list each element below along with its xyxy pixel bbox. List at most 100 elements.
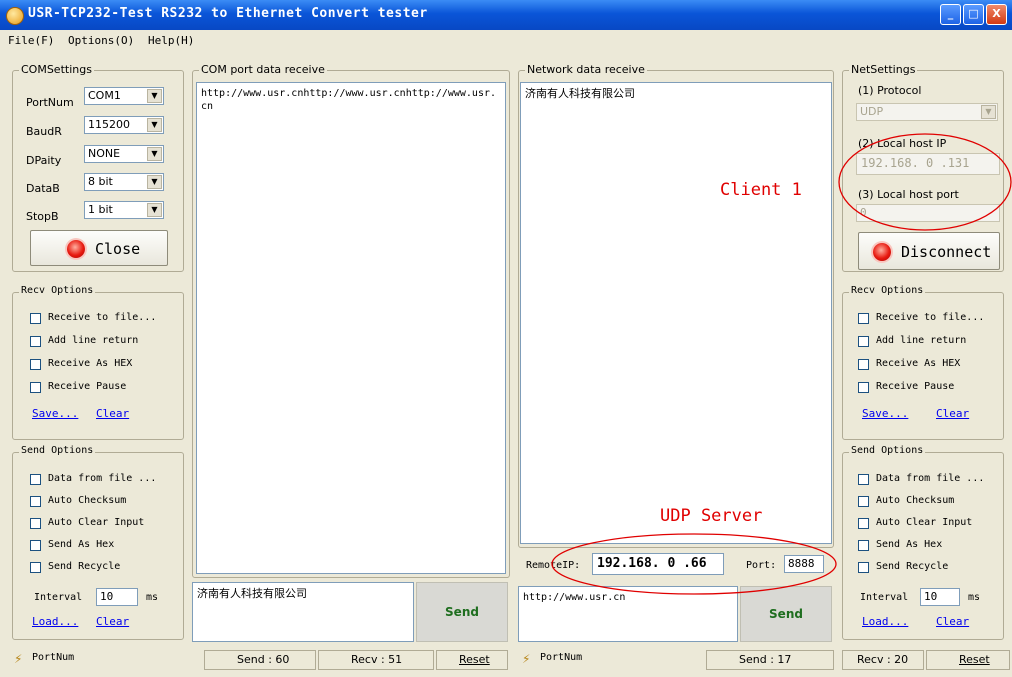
minimize-button[interactable]: _ [940,4,961,25]
checkbox-box[interactable] [30,359,41,370]
checkbox-box[interactable] [30,562,41,573]
close-window-button[interactable]: X [986,4,1007,25]
net-settings-title: NetSettings [849,63,918,76]
parity-label: DPaity [26,154,62,167]
status-right-send-value: Send : 17 [739,653,792,666]
status-right-reset-label[interactable]: Reset [959,653,990,666]
left-recv-options-title: Recv Options [19,285,96,296]
left-interval-input[interactable]: 10 [96,588,138,606]
net-receive-area[interactable]: 济南有人科技有限公司 [520,82,832,544]
chevron-down-icon[interactable]: ▼ [147,175,162,189]
status-left-reset-label[interactable]: Reset [459,653,490,666]
com-send-button[interactable]: Send [416,582,508,642]
checkbox-box[interactable] [30,474,41,485]
com-receive-area[interactable]: http://www.usr.cnhttp://www.usr.cnhttp:/… [196,82,506,574]
chevron-down-icon[interactable]: ▼ [147,203,162,217]
databits-select[interactable]: 8 bit ▼ [84,173,164,191]
port-select[interactable]: COM1 ▼ [84,87,164,105]
com-send-input[interactable]: 济南有人科技有限公司 [192,582,414,642]
local-port-value: 0 [860,206,867,219]
local-ip-value: 192.168. 0 .131 [861,156,970,170]
left-send-load-link[interactable]: Load... [32,615,78,628]
checkbox-box[interactable] [30,540,41,551]
checkbox-box[interactable] [858,336,869,347]
parity-value: NONE [88,147,121,160]
status-left-recv-value: Recv : 51 [351,653,403,666]
checkbox-box[interactable] [858,540,869,551]
net-receive-text: 济南有人科技有限公司 [525,87,635,100]
left-send-options-title: Send Options [19,445,96,456]
remote-ip-input[interactable]: 192.168. 0 .66 [592,553,724,575]
net-send-input[interactable]: http://www.usr.cn [518,586,738,642]
port-label: PortNum [26,96,74,109]
title-bar[interactable]: USR-TCP232-Test RS232 to Ethernet Conver… [0,0,1012,30]
checkbox-box[interactable] [30,496,41,507]
menu-options[interactable]: Options(O) [68,34,134,47]
protocol-select[interactable]: UDP ▼ [856,103,998,121]
chevron-down-icon[interactable]: ▼ [147,118,162,132]
menu-help[interactable]: Help(H) [148,34,194,47]
stopbits-select[interactable]: 1 bit ▼ [84,201,164,219]
menu-file[interactable]: File(F) [8,34,54,47]
remote-ip-label: RemoteIP: [526,560,581,571]
app-window: USR-TCP232-Test RS232 to Ethernet Conver… [0,0,1012,677]
checkbox-label: Receive to file... [876,312,985,323]
checkbox-label: Auto Checksum [48,495,127,506]
status-right-send: Send : 17 [706,650,834,670]
right-send-clear-link[interactable]: Clear [936,615,969,628]
databits-label: DataB [26,182,60,195]
disconnect-button[interactable]: Disconnect [858,232,1000,270]
right-send-load-link[interactable]: Load... [862,615,908,628]
chevron-down-icon[interactable]: ▼ [147,89,162,103]
client-annotation: Client 1 [720,180,802,200]
net-send-text: http://www.usr.cn [523,592,626,603]
status-right-reset[interactable]: Reset [926,650,1010,670]
right-interval-unit: ms [968,592,981,603]
com-receive-title: COM port data receive [199,63,327,76]
status-right-portnum: ⚡ PortNum [518,650,698,670]
checkbox-box[interactable] [858,382,869,393]
right-recv-clear-link[interactable]: Clear [936,407,969,420]
left-send-clear-link[interactable]: Clear [96,615,129,628]
checkbox-box[interactable] [30,313,41,324]
right-recv-save-link[interactable]: Save... [862,407,908,420]
remote-port-input[interactable]: 8888 [784,555,824,573]
local-ip-input[interactable]: 192.168. 0 .131 [856,153,1000,175]
checkbox-box[interactable] [858,518,869,529]
checkbox-box[interactable] [858,562,869,573]
right-recv-options-title: Recv Options [849,285,926,296]
databits-value: 8 bit [88,175,113,188]
remote-ip-value: 192.168. 0 .66 [597,556,707,571]
status-left-send: Send : 60 [204,650,316,670]
checkbox-box[interactable] [858,313,869,324]
checkbox-box[interactable] [30,382,41,393]
checkbox-box[interactable] [858,474,869,485]
local-port-input[interactable]: 0 [856,204,1000,222]
status-led-icon [67,240,85,258]
local-port-label: (3) Local host port [858,188,959,201]
net-send-button[interactable]: Send [740,586,832,642]
stopbits-label: StopB [26,210,59,223]
left-recv-save-link[interactable]: Save... [32,407,78,420]
checkbox-box[interactable] [30,336,41,347]
left-recv-clear-link[interactable]: Clear [96,407,129,420]
chevron-down-icon[interactable]: ▼ [147,147,162,161]
baud-select[interactable]: 115200 ▼ [84,116,164,134]
maximize-button[interactable]: □ [963,4,984,25]
checkbox-box[interactable] [858,359,869,370]
parity-select[interactable]: NONE ▼ [84,145,164,163]
close-port-button[interactable]: Close [30,230,168,266]
stopbits-value: 1 bit [88,203,113,216]
close-port-label: Close [95,240,141,258]
plug-icon: ⚡ [522,652,531,666]
checkbox-box[interactable] [30,518,41,529]
checkbox-box[interactable] [858,496,869,507]
chevron-down-icon[interactable]: ▼ [981,105,996,119]
right-interval-input[interactable]: 10 [920,588,960,606]
server-annotation: UDP Server [660,506,763,526]
status-left-reset[interactable]: Reset [436,650,508,670]
baud-label: BaudR [26,125,62,138]
com-send-text: 济南有人科技有限公司 [197,587,307,600]
checkbox-label: Auto Clear Input [876,517,973,528]
checkbox-label: Send Recycle [48,561,121,572]
